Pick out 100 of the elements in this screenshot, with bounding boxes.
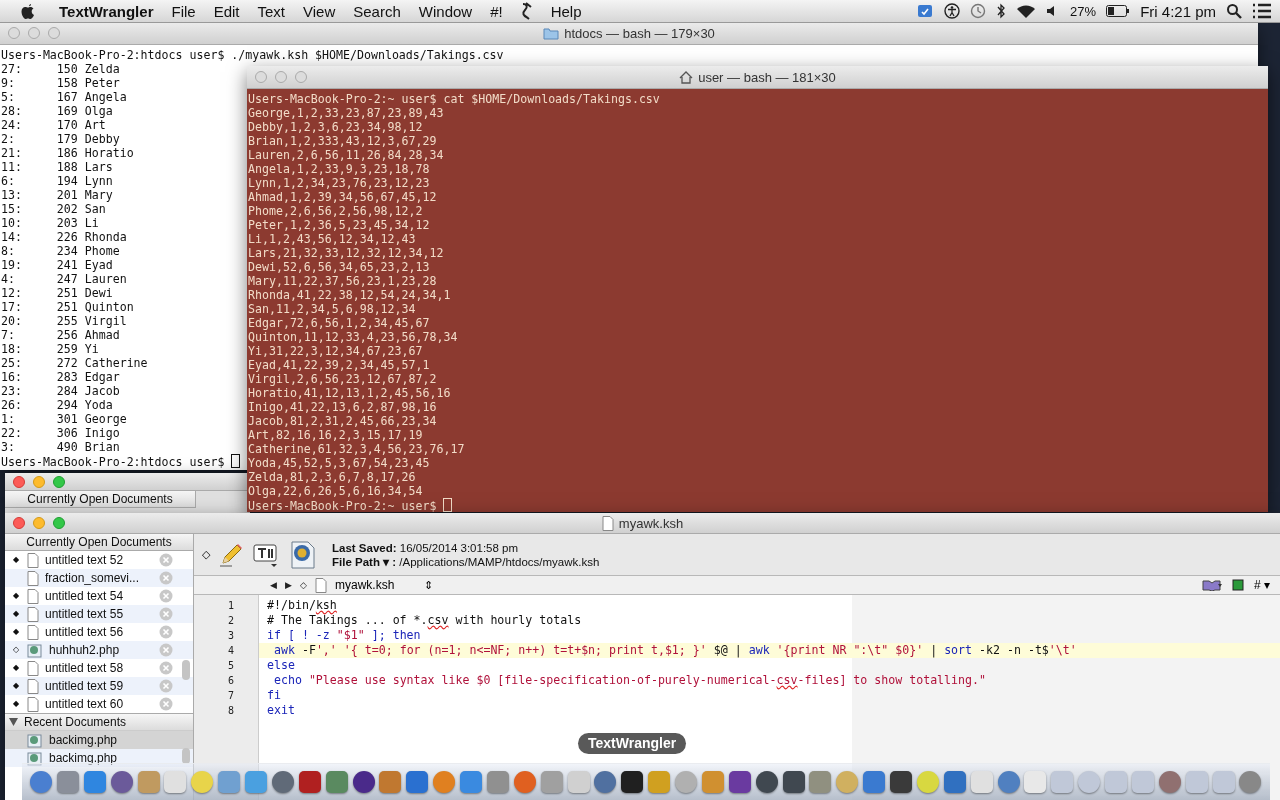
pencil-icon[interactable] (218, 541, 244, 568)
terminal-line: 5: 167 Angela (1, 90, 127, 104)
close-button[interactable] (8, 27, 20, 39)
terminal-line: Horatio,41,12,13,1,2,45,56,16 (248, 386, 451, 400)
document-item[interactable]: ◇ huhhuh2.php (5, 641, 193, 659)
file-path-text[interactable]: File Path ▾ : /Applications/MAMP/htdocs/myawk.ksh (332, 554, 600, 569)
document-icon (27, 552, 39, 568)
file-info-icon[interactable] (288, 539, 318, 570)
bluetooth-icon[interactable] (996, 3, 1007, 19)
menu-item[interactable]: Edit (204, 2, 249, 20)
close-icon[interactable] (159, 661, 173, 675)
wifi-icon[interactable] (1016, 3, 1037, 19)
minimize-button[interactable] (28, 27, 40, 39)
terminal-line: 2: 179 Debby (1, 132, 120, 146)
app-icon[interactable] (782, 771, 805, 793)
terminal-line: Quinton,11,12,33,4,23,56,78,34 (248, 330, 458, 344)
menu-item[interactable]: View (294, 2, 345, 20)
menu-item[interactable]: #! (481, 2, 512, 20)
web-document-icon (27, 732, 43, 748)
minimize-button[interactable] (33, 475, 45, 488)
close-icon[interactable] (159, 589, 173, 603)
script-icon[interactable] (519, 2, 534, 20)
zoom-button[interactable] (53, 517, 65, 529)
modified-mark: ◆ (13, 591, 19, 601)
modified-mark: ◆ (13, 627, 19, 637)
search-icon[interactable] (1226, 3, 1242, 19)
minimize-button[interactable] (33, 517, 45, 529)
minimize-button[interactable] (275, 71, 287, 83)
terminal-line: Catherine,61,32,3,4,56,23,76,17 (248, 442, 465, 456)
zoom-button[interactable] (48, 27, 60, 39)
menu-item[interactable]: Text (248, 2, 294, 20)
close-icon[interactable] (159, 571, 173, 585)
disclosure-triangle-icon[interactable] (9, 718, 18, 726)
updown-arrows[interactable]: ⇕ (424, 578, 434, 592)
terminal-line: Users-MacBook-Pro-2:htdocs user$ ./myawk.ksh $HOME/Downloads/Takings.csv (1, 48, 504, 62)
close-icon[interactable] (159, 553, 173, 567)
battery-percentage[interactable]: 27% (1070, 3, 1097, 19)
close-button[interactable] (13, 517, 25, 529)
app-icon[interactable] (621, 771, 644, 793)
clock-icon[interactable] (970, 3, 987, 19)
terminal-line: Lynn,1,2,34,23,76,23,12,23 (248, 176, 430, 190)
terminal-prompt: Users-MacBook-Pro-2:htdocs user$ (1, 455, 225, 469)
terminal-line: Ahmad,1,2,39,34,56,67,45,12 (248, 190, 437, 204)
accessibility-icon[interactable] (944, 3, 961, 19)
close-button[interactable] (255, 71, 267, 83)
recent-document-item[interactable]: backimg.php (5, 731, 193, 749)
terminal-line: 28: 169 Olga (1, 104, 113, 118)
terminal-line: 14: 226 Rhonda (1, 230, 127, 244)
forward-button[interactable]: ▶ (285, 580, 292, 590)
app-icon[interactable] (352, 771, 375, 793)
cloud-sync-icon[interactable] (916, 3, 935, 19)
app-icon[interactable] (728, 771, 751, 793)
square-icon[interactable] (1232, 579, 1244, 591)
menu-item[interactable]: Window (409, 2, 482, 20)
app-menu[interactable]: TextWrangler (50, 2, 163, 20)
zoom-button[interactable] (53, 475, 65, 488)
battery-icon[interactable] (1106, 5, 1131, 17)
terminal-line: 19: 241 Eyad (1, 258, 113, 272)
app-icon[interactable] (110, 771, 133, 793)
code-line: fi (267, 688, 281, 702)
terminal-line: 20: 255 Virgil (1, 314, 127, 328)
code-line: echo "Please use syntax like $0 [file-specification-of-purely-numerical-csv-files] to show totalling." (272, 673, 986, 687)
window-title: htdocs — bash — 179×30 (543, 25, 715, 41)
text-options-icon[interactable] (252, 541, 280, 568)
menu-item[interactable]: Help (541, 2, 591, 20)
book-icon[interactable] (1202, 579, 1222, 591)
window-title: myawk.ksh (601, 515, 684, 531)
close-icon[interactable] (159, 625, 173, 639)
menu-item[interactable]: File (162, 2, 205, 20)
terminal-line: Brian,1,2,333,43,12,3,67,29 (248, 134, 437, 148)
modified-mark: ◆ (13, 609, 19, 619)
close-icon[interactable] (159, 679, 173, 693)
document-item[interactable]: ◆ untitled text 59 (5, 677, 193, 695)
close-icon[interactable] (159, 643, 173, 657)
terminal-line: Lauren,2,6,56,11,26,84,28,34 (248, 148, 444, 162)
close-button[interactable] (13, 475, 25, 488)
terminal-line: Peter,1,2,36,5,23,45,34,12 (248, 218, 430, 232)
close-icon[interactable] (159, 607, 173, 621)
back-button[interactable]: ◀ (270, 580, 277, 590)
file-menu[interactable]: myawk.ksh (335, 578, 395, 592)
scrollbar-thumb[interactable] (182, 748, 190, 764)
document-item[interactable]: ◆ untitled text 55 (5, 605, 193, 623)
zoom-button[interactable] (295, 71, 307, 83)
close-icon[interactable] (159, 697, 173, 711)
menu-clock[interactable]: Fri 4:21 pm (1140, 2, 1216, 20)
code-line: if [ ! -z "$1" ]; then (267, 628, 421, 642)
list-icon[interactable] (1252, 3, 1272, 19)
terminal-line: George,1,2,33,23,87,23,89,43 (248, 106, 444, 120)
document-icon (27, 588, 39, 604)
terminal-line: Debby,1,2,3,6,23,34,98,12 (248, 120, 423, 134)
counter-menu[interactable]: # ▾ (1254, 578, 1270, 592)
apple-icon[interactable] (20, 2, 36, 20)
document-item[interactable]: fraction_somevi... (5, 569, 193, 587)
app-icon[interactable] (755, 771, 778, 793)
menu-item[interactable]: Search (344, 2, 410, 20)
terminal-line: 24: 170 Art (1, 118, 106, 132)
app-icon[interactable] (890, 771, 912, 793)
code-line: # The Takings ... of *.csv with hourly totals (267, 613, 582, 627)
scrollbar-thumb[interactable] (182, 660, 190, 680)
line-number: 5 (226, 659, 235, 673)
